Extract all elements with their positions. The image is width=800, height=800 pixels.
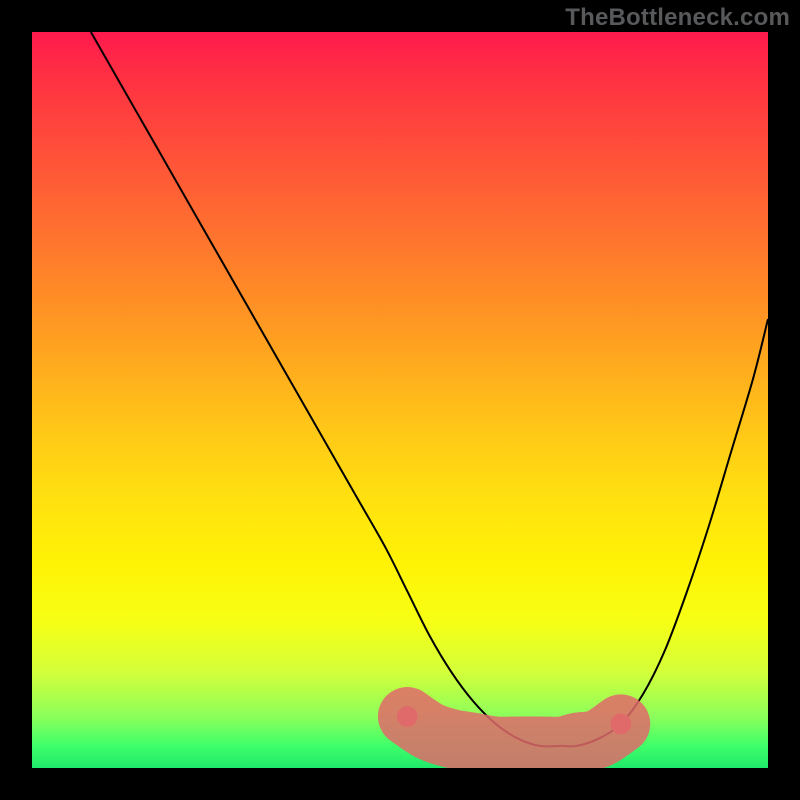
- plot-area: [32, 32, 768, 768]
- chart-frame: TheBottleneck.com: [0, 0, 800, 800]
- bottleneck-curve-path: [91, 32, 768, 746]
- optimal-zone-end-dot: [610, 714, 631, 735]
- watermark-text: TheBottleneck.com: [565, 4, 790, 32]
- optimal-zone-line: [407, 716, 620, 746]
- bottleneck-curve-svg: [32, 32, 768, 768]
- optimal-zone-start-dot: [397, 706, 418, 727]
- optimal-zone-markers: [397, 706, 631, 746]
